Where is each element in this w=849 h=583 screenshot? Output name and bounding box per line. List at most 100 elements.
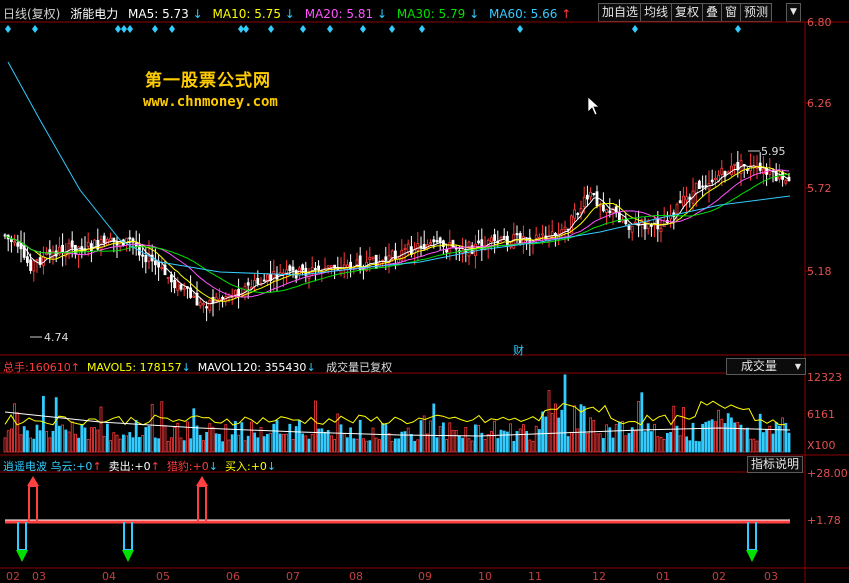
low-price-label: 4.74: [44, 331, 69, 344]
signal-diamond-icon: [300, 25, 306, 33]
volume-bar: [288, 423, 292, 453]
volume-bar: [355, 438, 359, 453]
down-arrow-icon: [16, 550, 28, 562]
volume-bar: [48, 437, 52, 453]
volume-bar: [461, 437, 465, 453]
x-axis-label: 04: [102, 570, 116, 583]
signal-diamond-icon: [127, 25, 133, 33]
candle-body: [579, 208, 583, 214]
volume-bar: [160, 401, 164, 453]
candle-body: [435, 240, 439, 243]
volume-bar: [486, 434, 490, 453]
finance-marker[interactable]: 财: [513, 342, 524, 358]
candle-body: [534, 234, 538, 239]
volume-bar: [589, 417, 592, 453]
x-axis-label: 06: [226, 570, 240, 583]
candle-body: [416, 243, 420, 251]
volume-bar: [720, 418, 724, 453]
volume-bar: [554, 403, 557, 453]
volume-bar: [477, 424, 481, 453]
volume-bar: [9, 428, 13, 453]
volume-bar: [13, 403, 16, 453]
volume-bar: [630, 427, 634, 453]
total-volume-label: 总手:: [3, 361, 29, 374]
volume-bar: [685, 436, 688, 453]
volume-bar: [387, 433, 391, 453]
candle-body: [438, 237, 442, 243]
candle-body: [489, 237, 493, 243]
x-axis-label: 05: [156, 570, 170, 583]
mavol120-line: [4, 411, 791, 437]
volume-bar: [573, 405, 576, 453]
volume-bar: [99, 406, 103, 453]
x-axis-label: 07: [286, 570, 300, 583]
candle-body: [384, 256, 388, 261]
down-arrow-icon: [746, 550, 758, 562]
candle-body: [730, 165, 733, 176]
candle-body: [605, 209, 608, 213]
volume-selector[interactable]: 成交量 ▼: [726, 358, 806, 375]
candle-body: [429, 242, 433, 245]
volume-bar: [704, 421, 708, 453]
candle-body: [326, 265, 330, 268]
volume-bar: [25, 430, 29, 453]
volume-bar: [441, 422, 445, 453]
volume-bar: [393, 438, 397, 453]
candle-body: [714, 177, 717, 180]
volume-bar: [688, 440, 692, 453]
kline-chart[interactable]: [0, 0, 849, 583]
candle-body: [153, 260, 157, 266]
candle-body: [313, 268, 317, 271]
volume-bar: [179, 437, 183, 453]
volume-bar: [538, 429, 541, 453]
volume-bar: [730, 417, 733, 453]
volume-bar: [173, 426, 177, 453]
volume-bar: [227, 439, 231, 453]
volume-bar: [58, 425, 61, 453]
volume-bar: [624, 435, 628, 453]
signal-diamond-icon: [327, 25, 333, 33]
candle-body: [217, 298, 221, 301]
volume-bar: [438, 426, 442, 453]
volume-tick-3: X100: [807, 439, 836, 452]
volume-bar: [669, 432, 672, 453]
volume-bar: [246, 435, 250, 453]
volume-bar: [736, 422, 740, 453]
buy-spike: [17, 522, 27, 551]
candle-body: [211, 296, 215, 304]
volume-bar: [74, 433, 77, 453]
price-tick-4: 5.18: [807, 265, 832, 278]
candle-body: [208, 299, 212, 311]
candle-body: [182, 287, 186, 290]
candle-body: [48, 249, 52, 255]
mavol5-line: [4, 400, 785, 426]
volume-bar: [467, 438, 471, 453]
volume-bar: [163, 425, 167, 453]
candle-body: [390, 250, 394, 258]
leopard-label: 猎豹:: [166, 460, 193, 473]
candle-body: [502, 236, 506, 239]
volume-selector-label: 成交量: [741, 359, 778, 373]
volume-bar: [454, 430, 458, 453]
candle-body: [720, 167, 724, 176]
candle-body: [406, 243, 410, 253]
volume-bar: [457, 435, 461, 453]
indicator-help-button[interactable]: 指标说明: [747, 456, 804, 473]
volume-bar: [384, 424, 388, 453]
volume-bar: [425, 433, 429, 453]
candle-body: [659, 228, 663, 233]
volume-bar: [61, 424, 64, 453]
buy-arrow: ↓: [266, 460, 277, 473]
volume-bar: [416, 439, 420, 453]
volume-bar: [214, 433, 218, 453]
up-arrow-icon: [27, 476, 39, 486]
volume-bar: [371, 427, 375, 453]
sell-value: +0: [134, 460, 151, 473]
indicator-name[interactable]: 逍遥电波: [3, 460, 47, 473]
volume-bar: [323, 431, 327, 453]
volume-bar: [653, 423, 656, 453]
volume-bar: [582, 406, 586, 453]
candle-body: [166, 276, 170, 279]
volume-bar: [198, 434, 202, 453]
volume-bar: [691, 422, 695, 453]
